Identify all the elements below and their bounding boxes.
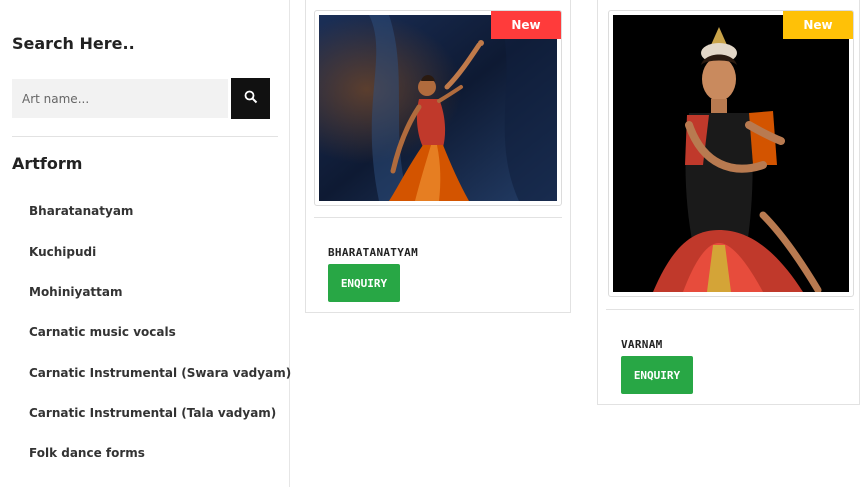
artform-item-carnatic-vocals[interactable]: Carnatic music vocals xyxy=(29,325,176,339)
artform-item-bharatanatyam[interactable]: Bharatanatyam xyxy=(29,204,133,218)
artform-item-folk-dance[interactable]: Folk dance forms xyxy=(29,446,145,460)
dancer-photo xyxy=(319,15,557,201)
card-divider xyxy=(314,217,562,218)
product-name[interactable]: VARNAM xyxy=(621,338,663,351)
search-input[interactable] xyxy=(12,79,228,118)
card-divider xyxy=(606,309,854,310)
artform-heading: Artform xyxy=(12,154,83,173)
sidebar: Search Here.. Artform Bharatanatyam Kuch… xyxy=(0,0,291,487)
product-card: New BHARATANATYAM ENQUIRY xyxy=(305,0,571,313)
search-icon xyxy=(243,89,259,108)
product-image[interactable]: New xyxy=(314,10,562,206)
artform-item-mohiniyattam[interactable]: Mohiniyattam xyxy=(29,285,123,299)
product-image[interactable]: New xyxy=(608,10,854,297)
dancer-photo xyxy=(613,15,849,292)
search-heading: Search Here.. xyxy=(12,34,135,53)
new-badge: New xyxy=(491,11,561,39)
sidebar-divider xyxy=(12,136,278,137)
artform-item-kuchipudi[interactable]: Kuchipudi xyxy=(29,245,96,259)
artform-item-carnatic-swara[interactable]: Carnatic Instrumental (Swara vadyam) xyxy=(29,366,291,380)
search-form xyxy=(12,78,270,119)
enquiry-button[interactable]: ENQUIRY xyxy=(621,356,693,394)
artform-item-carnatic-tala[interactable]: Carnatic Instrumental (Tala vadyam) xyxy=(29,406,276,420)
product-card: New VARNAM ENQUIRY xyxy=(597,0,860,405)
search-button[interactable] xyxy=(231,78,270,119)
new-badge: New xyxy=(783,11,853,39)
product-name[interactable]: BHARATANATYAM xyxy=(328,246,418,259)
enquiry-button[interactable]: ENQUIRY xyxy=(328,264,400,302)
